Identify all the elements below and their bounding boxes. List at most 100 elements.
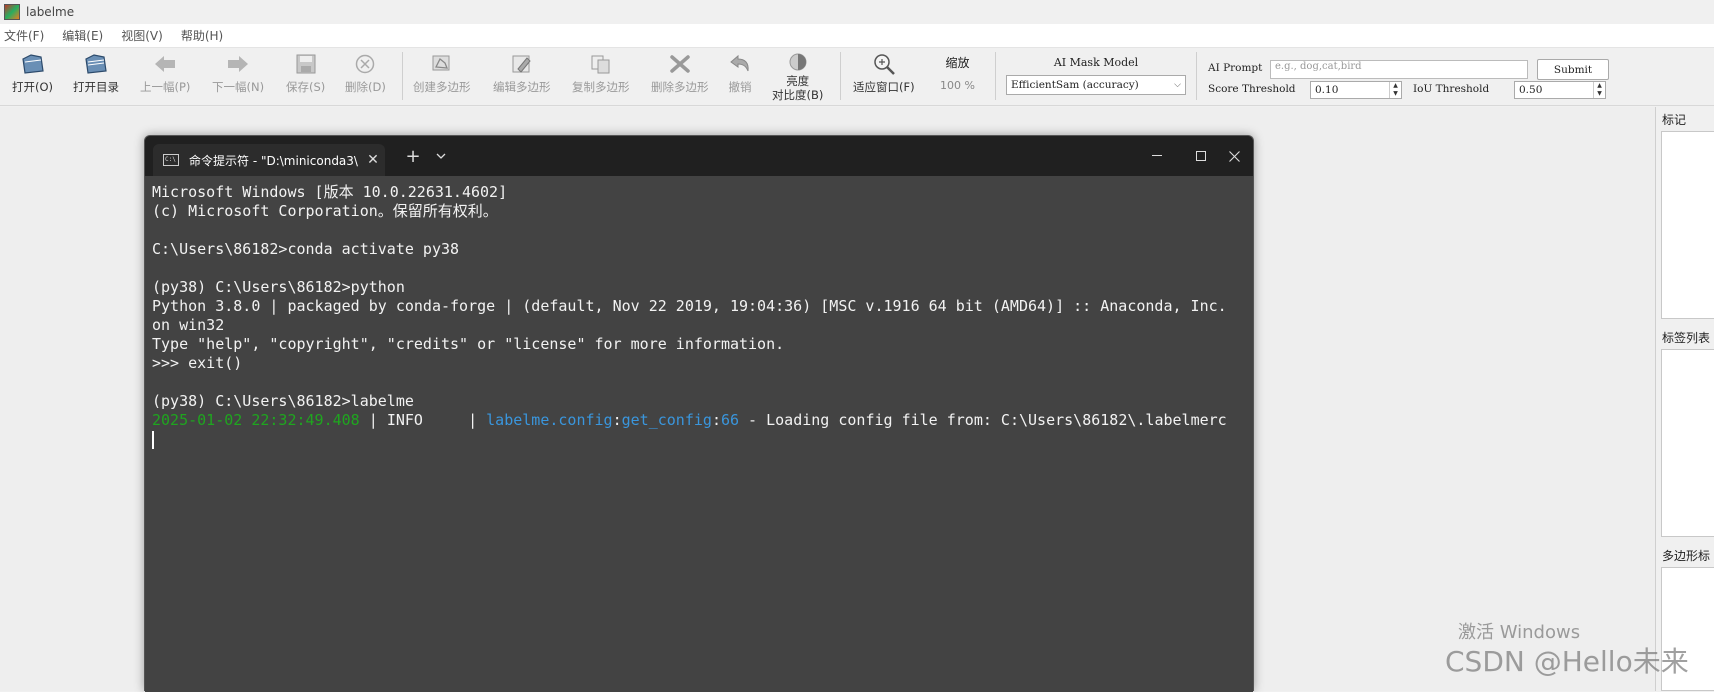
flags-panel[interactable]: [1661, 131, 1714, 319]
undo-label: 撤销: [728, 80, 752, 94]
toolbar-separator: [402, 52, 403, 100]
copy-polygon-button[interactable]: 复制多边形: [572, 52, 630, 94]
minimize-icon[interactable]: [1137, 136, 1177, 176]
create-polygon-label: 创建多边形: [413, 80, 471, 94]
fit-window-button[interactable]: 适应窗口(F): [853, 52, 915, 94]
terminal-window[interactable]: C:\ 命令提示符 - "D:\miniconda3\ ✕ + Microsof…: [144, 135, 1254, 692]
terminal-line: Microsoft Windows [版本 10.0.22631.4602]: [152, 183, 508, 201]
edit-polygon-label: 编辑多边形: [493, 80, 551, 94]
brightness-contrast-button[interactable]: 亮度 对比度(B): [772, 50, 823, 102]
toolbar-separator: [995, 52, 996, 100]
log-timestamp: 2025-01-02 22:32:49.408: [152, 411, 360, 429]
delete-polygon-label: 删除多边形: [651, 80, 709, 94]
new-tab-icon[interactable]: +: [397, 136, 429, 176]
ai-mask-model-value: EfficientSam (accuracy): [1011, 79, 1139, 91]
undo-arrow-icon: [728, 52, 752, 76]
create-polygon-button[interactable]: 创建多边形: [413, 52, 471, 94]
toolbar-separator: [840, 52, 841, 100]
terminal-line: Python 3.8.0 | packaged by conda-forge |…: [152, 297, 1227, 315]
log-message: - Loading config file from: C:\Users\861…: [739, 411, 1227, 429]
edit-pencil-icon: [510, 52, 534, 76]
iou-threshold-value: 0.50: [1519, 84, 1543, 96]
open-label: 打开(O): [12, 80, 54, 94]
close-tab-icon[interactable]: ✕: [361, 152, 385, 168]
terminal-tab-bar: C:\ 命令提示符 - "D:\miniconda3\ ✕ +: [145, 136, 1253, 176]
terminal-line: >>> exit(): [152, 354, 243, 372]
iou-threshold-spinbox[interactable]: 0.50 ▲ ▼: [1514, 81, 1606, 99]
spin-arrows-icon[interactable]: ▲ ▼: [1593, 82, 1605, 98]
labelme-app-icon: [4, 4, 20, 20]
save-button[interactable]: 保存(S): [286, 52, 325, 94]
menu-help[interactable]: 帮助(H): [181, 27, 223, 44]
menu-file[interactable]: 文件(F): [4, 27, 44, 44]
menu-bar: 文件(F) 编辑(E) 视图(V) 帮助(H): [0, 24, 1714, 48]
terminal-line: (py38) C:\Users\86182>python: [152, 278, 405, 296]
terminal-tab[interactable]: C:\ 命令提示符 - "D:\miniconda3\ ✕: [153, 144, 385, 176]
cmd-icon: C:\: [163, 154, 179, 166]
undo-button[interactable]: 撤销: [728, 52, 752, 94]
delete-polygon-button[interactable]: 删除多边形: [651, 52, 709, 94]
ai-mask-model-select[interactable]: EfficientSam (accuracy) ⌵: [1006, 75, 1186, 95]
edit-polygon-button[interactable]: 编辑多边形: [493, 52, 551, 94]
fit-window-label: 适应窗口(F): [853, 80, 915, 94]
iou-threshold-label: IoU Threshold: [1413, 83, 1490, 95]
chevron-down-icon: ⌵: [1174, 80, 1181, 90]
zoom-control: 缩放 100 %: [940, 54, 975, 92]
delete-circle-icon: [353, 52, 377, 76]
terminal-line: Type "help", "copyright", "credits" or "…: [152, 335, 785, 353]
terminal-log-line: 2025-01-02 22:32:49.408 | INFO | labelme…: [152, 411, 1246, 430]
labels-list-panel[interactable]: [1661, 349, 1714, 537]
terminal-line: (py38) C:\Users\86182>labelme: [152, 392, 414, 410]
delete-file-label: 删除(D): [345, 80, 386, 94]
log-separator: |: [459, 411, 487, 429]
zoom-value[interactable]: 100 %: [940, 79, 975, 92]
text-cursor: [152, 430, 154, 449]
log-function: get_config: [621, 411, 712, 429]
terminal-cursor-line: [152, 430, 1246, 449]
submit-button[interactable]: Submit: [1537, 59, 1609, 80]
brightness-label-2: 对比度(B): [772, 88, 824, 102]
csdn-watermark: CSDN @Hello未来: [1445, 645, 1689, 678]
save-label: 保存(S): [286, 80, 326, 94]
score-threshold-value: 0.10: [1315, 84, 1339, 96]
menu-view[interactable]: 视图(V): [121, 27, 163, 44]
score-threshold-label: Score Threshold: [1208, 83, 1296, 95]
log-module: labelme.config: [486, 411, 613, 429]
zoom-fit-icon: [872, 52, 896, 76]
brightness-label-1: 亮度: [786, 74, 810, 88]
ai-prompt-input[interactable]: e.g., dog,cat,bird: [1270, 60, 1528, 79]
copy-icon: [589, 52, 613, 76]
open-button[interactable]: 打开(O): [12, 52, 53, 94]
create-polygon-icon: [430, 52, 454, 76]
labels-dock-title: 标签列表: [1662, 331, 1711, 345]
score-threshold-spinbox[interactable]: 0.10 ▲ ▼: [1310, 81, 1402, 99]
terminal-line: (c) Microsoft Corporation。保留所有权利。: [152, 202, 498, 220]
terminal-output[interactable]: Microsoft Windows [版本 10.0.22631.4602] (…: [145, 176, 1253, 692]
open-dir-label: 打开目录: [73, 80, 119, 94]
log-colon: :: [711, 411, 721, 429]
tab-dropdown-icon[interactable]: [429, 136, 453, 176]
window-title: labelme: [26, 5, 75, 19]
next-image-button[interactable]: 下一幅(N): [212, 52, 264, 94]
log-separator: |: [359, 411, 387, 429]
terminal-tab-title: 命令提示符 - "D:\miniconda3\: [189, 153, 358, 168]
save-disk-icon: [294, 52, 318, 76]
prev-image-button[interactable]: 上一幅(P): [140, 52, 190, 94]
delete-file-button[interactable]: 删除(D): [345, 52, 386, 94]
open-dir-button[interactable]: 打开目录: [73, 52, 119, 94]
toolbar-separator: [1196, 52, 1197, 100]
flags-dock-title: 标记: [1662, 113, 1687, 127]
delete-x-icon: [668, 52, 692, 76]
zoom-label: 缩放: [945, 56, 970, 70]
spin-arrows-icon[interactable]: ▲ ▼: [1389, 82, 1401, 98]
close-window-icon[interactable]: [1213, 136, 1255, 176]
prev-image-label: 上一幅(P): [140, 80, 191, 94]
ai-prompt-label: AI Prompt: [1208, 62, 1263, 74]
terminal-line: on win32: [152, 316, 225, 334]
ai-mask-model-label: AI Mask Model: [1053, 56, 1139, 69]
folder-open-icon: [21, 52, 45, 76]
menu-edit[interactable]: 编辑(E): [62, 27, 103, 44]
